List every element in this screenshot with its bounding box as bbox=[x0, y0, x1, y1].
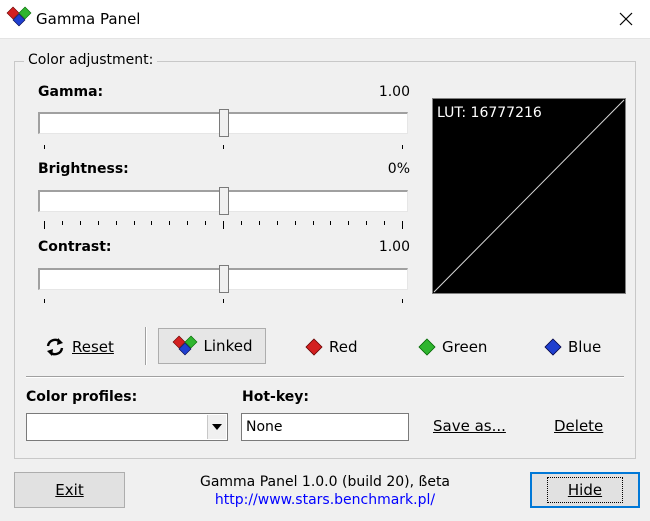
color-profiles-dropdown[interactable] bbox=[26, 413, 228, 441]
brightness-value: 0% bbox=[387, 161, 410, 177]
slider-tick bbox=[205, 221, 207, 225]
red-channel-button[interactable]: Red bbox=[305, 331, 358, 363]
lut-curve bbox=[433, 99, 625, 293]
save-as-button[interactable]: Save as... bbox=[433, 417, 506, 435]
hide-button[interactable]: Hide bbox=[530, 472, 640, 508]
brightness-slider-ticks bbox=[38, 221, 408, 229]
color-profiles-label: Color profiles: bbox=[26, 389, 138, 405]
contrast-value: 1.00 bbox=[378, 239, 410, 255]
slider-tick bbox=[115, 221, 117, 225]
linked-button[interactable]: Linked bbox=[158, 328, 266, 364]
horizontal-separator bbox=[26, 376, 624, 378]
window-title: Gamma Panel bbox=[36, 10, 141, 28]
hotkey-label: Hot-key: bbox=[242, 389, 309, 405]
slider-tick bbox=[187, 221, 189, 225]
contrast-label: Contrast: bbox=[38, 239, 112, 255]
contrast-slider-ticks bbox=[38, 299, 408, 307]
hotkey-field[interactable]: None bbox=[241, 413, 409, 441]
contrast-slider-thumb[interactable] bbox=[219, 265, 229, 293]
linked-channels-icon bbox=[172, 335, 197, 356]
blue-diamond-icon bbox=[544, 338, 562, 356]
refresh-icon bbox=[46, 338, 64, 356]
slider-tick bbox=[348, 221, 350, 225]
reset-button[interactable]: Reset bbox=[44, 331, 114, 363]
red-diamond-icon bbox=[305, 338, 323, 356]
green-channel-button[interactable]: Green bbox=[418, 331, 487, 363]
button-separator bbox=[145, 327, 147, 365]
blue-channel-button[interactable]: Blue bbox=[544, 331, 601, 363]
slider-tick bbox=[133, 221, 135, 225]
green-label: Green bbox=[442, 338, 488, 356]
brightness-slider-thumb[interactable] bbox=[219, 187, 229, 215]
dropdown-arrow-button[interactable] bbox=[207, 415, 226, 439]
brightness-label: Brightness: bbox=[38, 161, 129, 177]
slider-tick bbox=[61, 221, 63, 225]
slider-tick bbox=[79, 221, 81, 225]
slider-tick bbox=[366, 221, 368, 225]
slider-tick bbox=[384, 221, 386, 225]
slider-tick bbox=[330, 221, 332, 225]
chevron-down-icon bbox=[212, 424, 222, 430]
slider-tick bbox=[312, 221, 314, 225]
slider-tick bbox=[402, 221, 403, 229]
slider-tick bbox=[223, 221, 224, 229]
slider-tick bbox=[240, 221, 242, 225]
slider-tick bbox=[258, 221, 260, 225]
hide-label: Hide bbox=[546, 477, 624, 503]
gamma-label: Gamma: bbox=[38, 84, 104, 100]
blue-label: Blue bbox=[568, 338, 602, 356]
green-diamond-icon bbox=[418, 338, 436, 356]
reset-label: Reset bbox=[72, 338, 114, 356]
lut-preview: LUT: 16777216 bbox=[432, 98, 626, 294]
slider-tick bbox=[97, 221, 99, 225]
gamma-slider-thumb[interactable] bbox=[219, 109, 229, 137]
slider-tick bbox=[44, 221, 45, 229]
red-label: Red bbox=[329, 338, 358, 356]
slider-tick bbox=[151, 221, 153, 225]
slider-tick bbox=[294, 221, 296, 225]
lut-label: LUT: 16777216 bbox=[437, 105, 542, 121]
app-icon bbox=[6, 6, 32, 27]
delete-button[interactable]: Delete bbox=[554, 417, 603, 435]
close-icon bbox=[619, 12, 633, 26]
group-title: Color adjustment: bbox=[24, 52, 158, 68]
gamma-value: 1.00 bbox=[378, 84, 410, 100]
gamma-slider-ticks bbox=[38, 145, 408, 153]
close-button[interactable] bbox=[602, 0, 650, 38]
slider-tick bbox=[169, 221, 171, 225]
title-bar: Gamma Panel bbox=[0, 0, 650, 39]
slider-tick bbox=[276, 221, 278, 225]
linked-label: Linked bbox=[203, 337, 253, 355]
